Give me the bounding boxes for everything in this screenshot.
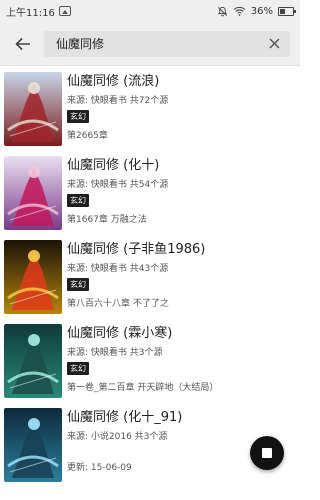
search-results-list: 仙魔同修 (流浪) 来源: 快眼看书 共72个源 玄幻 第2665章 仙魔同修 …	[0, 66, 300, 500]
search-toolbar: 仙魔同修	[0, 22, 300, 66]
genre-tag: 玄幻	[67, 278, 89, 291]
latest-chapter: 第2665章	[67, 131, 108, 141]
book-cover	[4, 240, 62, 314]
clear-search-button[interactable]	[264, 34, 284, 54]
genre-tag: 玄幻	[67, 194, 89, 207]
book-source: 来源: 快眼看书 共72个源	[67, 96, 169, 106]
back-button[interactable]	[10, 31, 36, 57]
list-item[interactable]: 仙魔同修 (子非鱼1986) 来源: 快眼看书 共43个源 玄幻 第八百六十八章…	[0, 234, 300, 318]
list-item[interactable]: 仙魔同修 (霖小寒) 来源: 快眼看书 共3个源 玄幻 第一卷_第二百章 开天辟…	[0, 318, 300, 402]
book-cover	[4, 156, 62, 230]
stop-icon	[262, 448, 272, 458]
book-title: 仙魔同修 (化十)	[67, 158, 160, 173]
arrow-left-icon	[15, 37, 30, 50]
latest-chapter: 更新: 15-06-09	[67, 463, 132, 473]
battery-percent: 36%	[250, 5, 273, 17]
book-cover	[4, 72, 62, 146]
latest-chapter: 第八百六十八章 不了了之	[67, 299, 169, 309]
image-icon	[58, 6, 71, 16]
close-icon	[268, 38, 280, 49]
book-title: 仙魔同修 (流浪)	[67, 74, 160, 89]
status-bar: 上午11:16 36%	[0, 0, 300, 22]
battery-icon	[278, 6, 296, 16]
book-title: 仙魔同修 (霖小寒)	[67, 326, 173, 341]
book-title: 仙魔同修 (化十_91)	[67, 410, 183, 425]
list-item[interactable]: 仙魔同修 (化十) 来源: 快眼看书 共54个源 玄幻 第1667章 万融之法	[0, 150, 300, 234]
book-source: 来源: 快眼看书 共43个源	[67, 264, 169, 274]
latest-chapter: 第1667章 万融之法	[67, 215, 147, 225]
book-source: 来源: 快眼看书 共3个源	[67, 348, 163, 358]
search-box[interactable]: 仙魔同修	[44, 30, 290, 57]
stop-search-button[interactable]	[250, 436, 284, 470]
book-source: 来源: 小说2016 共3个源	[67, 432, 168, 442]
book-cover	[4, 408, 62, 482]
search-input[interactable]: 仙魔同修	[56, 35, 264, 52]
book-source: 来源: 快眼看书 共54个源	[67, 180, 169, 190]
latest-chapter: 第一卷_第二百章 开天辟地（大结局）	[67, 383, 219, 393]
genre-tag: 玄幻	[67, 110, 89, 123]
status-time: 上午11:16	[6, 7, 55, 19]
genre-tag: 玄幻	[67, 362, 89, 375]
book-title: 仙魔同修 (子非鱼1986)	[67, 242, 206, 257]
book-cover	[4, 324, 62, 398]
mute-bell-icon	[217, 6, 227, 16]
wifi-icon	[233, 6, 246, 16]
list-item[interactable]: 仙魔同修 (流浪) 来源: 快眼看书 共72个源 玄幻 第2665章	[0, 66, 300, 150]
